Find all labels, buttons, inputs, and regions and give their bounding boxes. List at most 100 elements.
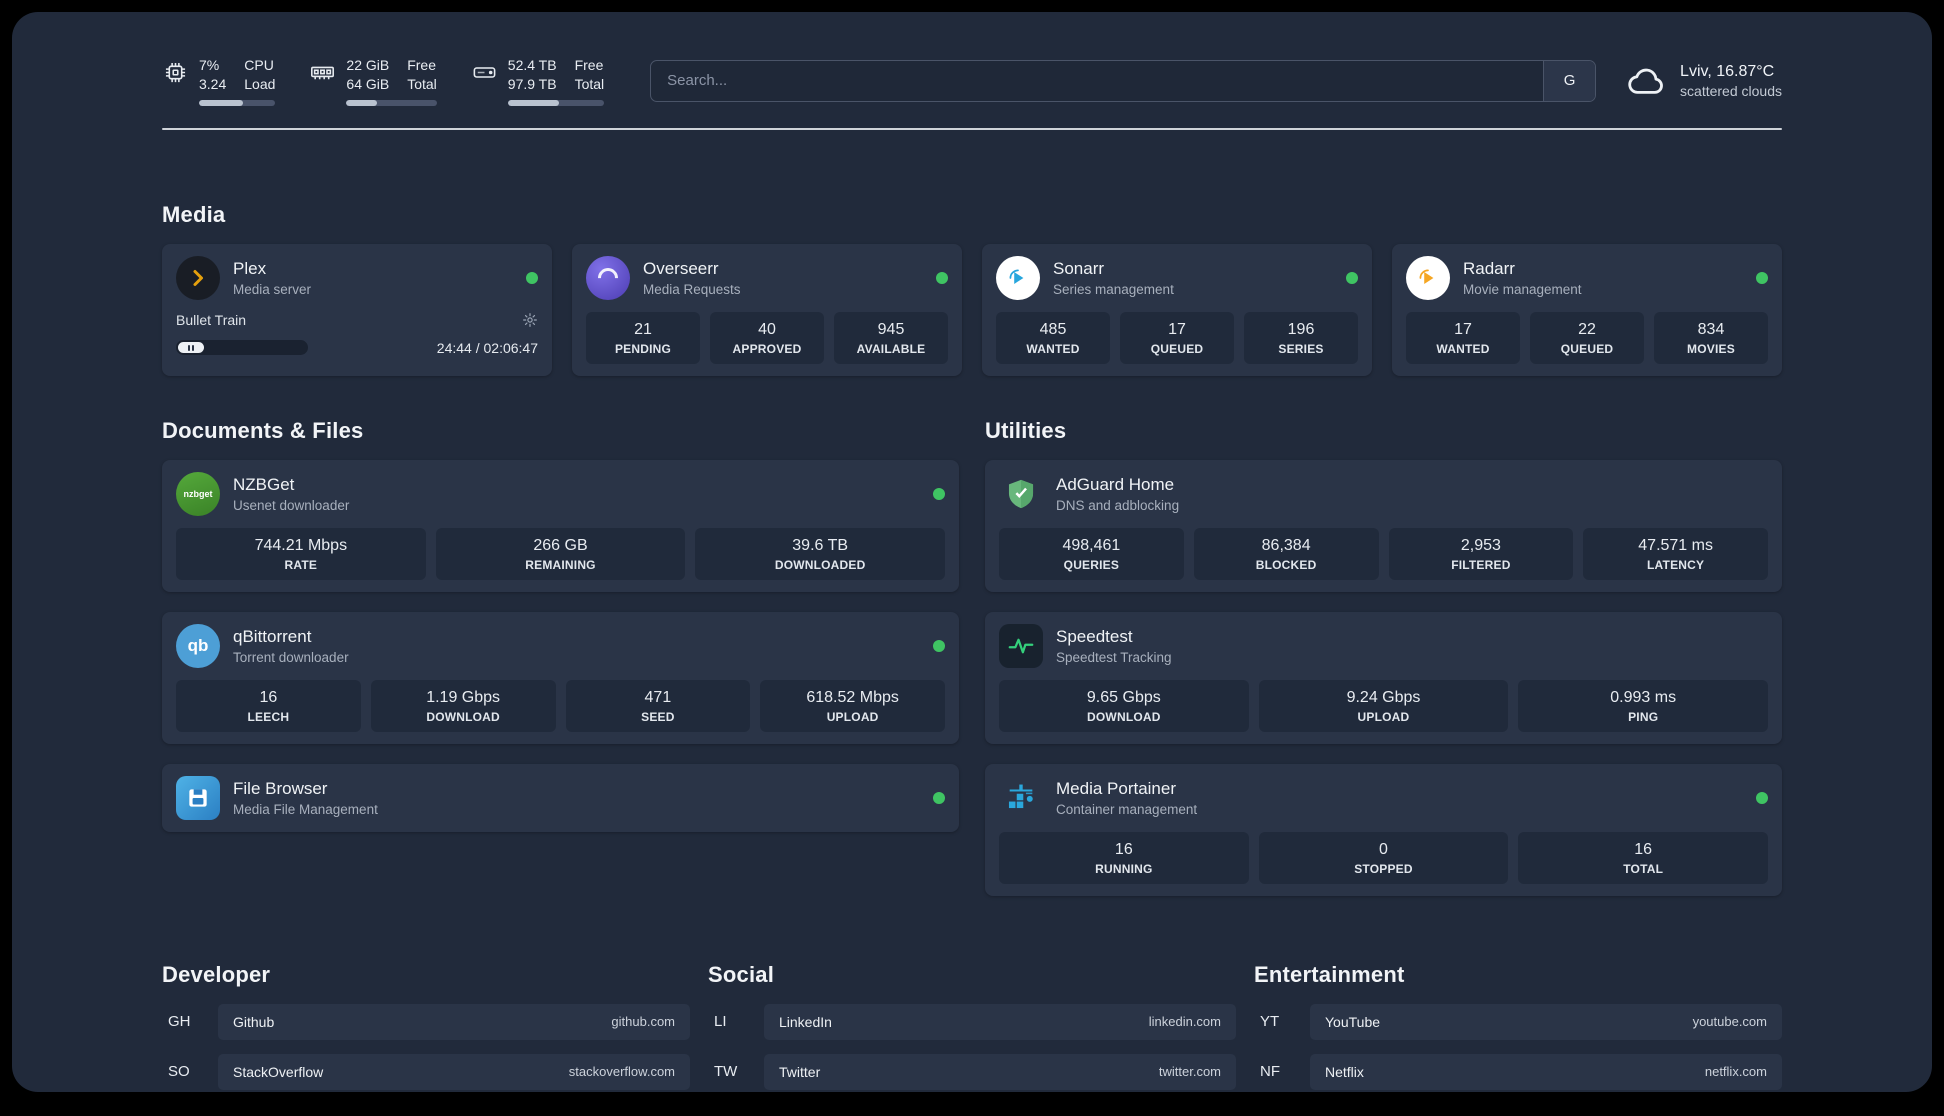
stat-blocked: 86,384 BLOCKED <box>1193 527 1379 580</box>
disk-free: 52.4 TB <box>507 57 557 73</box>
stat-available: 945 AVAILABLE <box>834 311 948 364</box>
section-entertainment: Entertainment YT YouTube youtube.com NF … <box>1254 962 1782 1092</box>
memory-icon <box>311 66 335 80</box>
status-dot <box>526 271 538 284</box>
app-name: Media Portainer <box>1056 778 1177 798</box>
memory-widget: 22 GiB 64 GiB Free Total <box>309 56 437 106</box>
section-social: Social LI LinkedIn linkedin.com TW Twitt… <box>708 962 1236 1092</box>
plex-icon[interactable] <box>176 255 220 300</box>
app-card-sonarr[interactable]: Sonarr Series management 485 WANTED 17 Q… <box>982 243 1372 376</box>
disk-total: 97.9 TB <box>507 75 557 92</box>
playback-time: 24:44 / 02:06:47 <box>436 339 538 356</box>
stat-pending: 21 PENDING <box>586 311 700 364</box>
bookmark-stackoverflow[interactable]: SO StackOverflow stackoverflow.com <box>162 1053 690 1090</box>
pause-button[interactable] <box>178 342 205 354</box>
app-card-plex[interactable]: Plex Media server Bullet Train 24:44 / 0… <box>162 243 552 376</box>
app-name: NZBGet <box>233 474 295 494</box>
stat-remaining: 266 GB REMAINING <box>435 527 686 580</box>
app-card-adguard[interactable]: AdGuard Home DNS and adblocking 498,461 … <box>985 459 1782 592</box>
bookmark-abbr: LI <box>714 1013 727 1031</box>
bookmark-url: stackoverflow.com <box>568 1064 675 1080</box>
player-settings-button[interactable] <box>522 312 538 328</box>
search-input[interactable] <box>651 72 1544 90</box>
adguard-icon[interactable] <box>999 472 1043 516</box>
status-dot <box>1756 271 1768 284</box>
bookmark-url: netflix.com <box>1704 1064 1767 1080</box>
bookmark-url: linkedin.com <box>1148 1014 1221 1030</box>
memory-free-label: Free <box>407 57 437 73</box>
section-media: Media Plex Media server Bullet Train 24:… <box>162 202 1782 376</box>
app-name: qBittorrent <box>233 626 312 646</box>
app-name: File Browser <box>233 778 328 798</box>
media-section-title: Media <box>162 201 226 227</box>
bookmark-youtube[interactable]: YT YouTube youtube.com <box>1254 1003 1782 1040</box>
memory-total-label: Total <box>407 75 437 92</box>
stat-queued: 22 QUEUED <box>1530 311 1644 364</box>
bookmark-linkedin[interactable]: LI LinkedIn linkedin.com <box>708 1003 1236 1040</box>
search-engine-button[interactable]: G <box>1543 60 1596 101</box>
stat-stopped: 0 STOPPED <box>1258 831 1509 884</box>
cpu-label: CPU <box>244 57 274 73</box>
section-developer: Developer GH Github github.com SO StackO… <box>162 962 690 1092</box>
bookmark-abbr: SO <box>168 1063 190 1081</box>
bookmark-name: StackOverflow <box>233 1063 324 1080</box>
bookmark-name: Twitter <box>779 1063 821 1080</box>
app-card-portainer[interactable]: Media Portainer Container management 16 … <box>985 763 1782 896</box>
section-utilities: Utilities AdGuard Home DNS and adblockin… <box>985 418 1782 896</box>
stat-queued: 17 QUEUED <box>1120 311 1234 364</box>
search-bar: G <box>650 59 1597 102</box>
app-card-qbittorrent[interactable]: qb qBittorrent Torrent downloader 16 LEE… <box>162 611 959 744</box>
stat-upload: 9.24 Gbps UPLOAD <box>1258 679 1509 732</box>
bookmark-name: Github <box>233 1013 275 1030</box>
app-card-overseerr[interactable]: Overseerr Media Requests 21 PENDING 40 A… <box>572 243 962 376</box>
bookmark-github[interactable]: GH Github github.com <box>162 1003 690 1040</box>
bookmark-name: Netflix <box>1325 1063 1364 1080</box>
stat-leech: 16 LEECH <box>176 679 361 732</box>
stat-total: 16 TOTAL <box>1518 831 1768 884</box>
app-subtitle: Torrent downloader <box>233 649 349 665</box>
app-subtitle: Series management <box>1053 281 1174 297</box>
section-documents: Documents & Files nzbget NZBGet Usenet d… <box>162 418 959 832</box>
app-name: Speedtest <box>1056 626 1133 646</box>
app-name: Plex <box>233 258 267 278</box>
filebrowser-icon[interactable] <box>176 775 220 820</box>
social-section-title: Social <box>708 961 775 987</box>
bookmark-twitter[interactable]: TW Twitter twitter.com <box>708 1053 1236 1090</box>
app-subtitle: DNS and adblocking <box>1056 497 1180 513</box>
bookmark-netflix[interactable]: NF Netflix netflix.com <box>1254 1053 1782 1090</box>
bookmark-abbr: TW <box>714 1063 738 1081</box>
app-subtitle: Container management <box>1056 801 1198 817</box>
app-name: Sonarr <box>1053 258 1105 278</box>
app-card-speedtest[interactable]: Speedtest Speedtest Tracking 9.65 Gbps D… <box>985 611 1782 744</box>
bookmark-abbr: GH <box>168 1013 191 1031</box>
sonarr-icon[interactable] <box>996 255 1040 300</box>
speedtest-icon[interactable] <box>999 623 1043 668</box>
playback-progress-bar[interactable] <box>176 340 308 356</box>
overseerr-icon[interactable] <box>586 255 630 300</box>
stat-series: 196 SERIES <box>1244 311 1358 364</box>
app-card-filebrowser[interactable]: File Browser Media File Management <box>162 763 959 832</box>
dashboard-panel: 7% 3.24 CPU Load 22 GiB 64 GiB Free Tota… <box>12 12 1932 1092</box>
disk-icon <box>473 67 496 78</box>
radarr-icon[interactable] <box>1406 255 1450 300</box>
app-card-radarr[interactable]: Radarr Movie management 17 WANTED 22 QUE… <box>1392 243 1782 376</box>
status-dot <box>1756 791 1768 804</box>
bookmark-url: youtube.com <box>1692 1014 1767 1030</box>
app-subtitle: Speedtest Tracking <box>1056 649 1172 665</box>
nzbget-icon[interactable]: nzbget <box>176 471 220 516</box>
weather-location: Lviv, 16.87°C <box>1680 62 1775 80</box>
cpu-load-value: 3.24 <box>199 75 227 92</box>
developer-section-title: Developer <box>162 961 271 987</box>
portainer-icon[interactable] <box>999 776 1043 820</box>
stat-running: 16 RUNNING <box>999 831 1249 884</box>
app-name: AdGuard Home <box>1056 474 1175 494</box>
documents-section-title: Documents & Files <box>162 417 364 443</box>
memory-free: 22 GiB <box>346 57 390 73</box>
stat-filtered: 2,953 FILTERED <box>1388 527 1574 580</box>
qbittorrent-icon[interactable]: qb <box>176 623 220 668</box>
cpu-progress-bar <box>199 99 276 106</box>
status-dot <box>933 639 945 652</box>
stat-downloaded: 39.6 TB DOWNLOADED <box>695 527 945 580</box>
disk-total-label: Total <box>574 75 605 92</box>
app-card-nzbget[interactable]: nzbget NZBGet Usenet downloader 744.21 M… <box>162 459 959 592</box>
